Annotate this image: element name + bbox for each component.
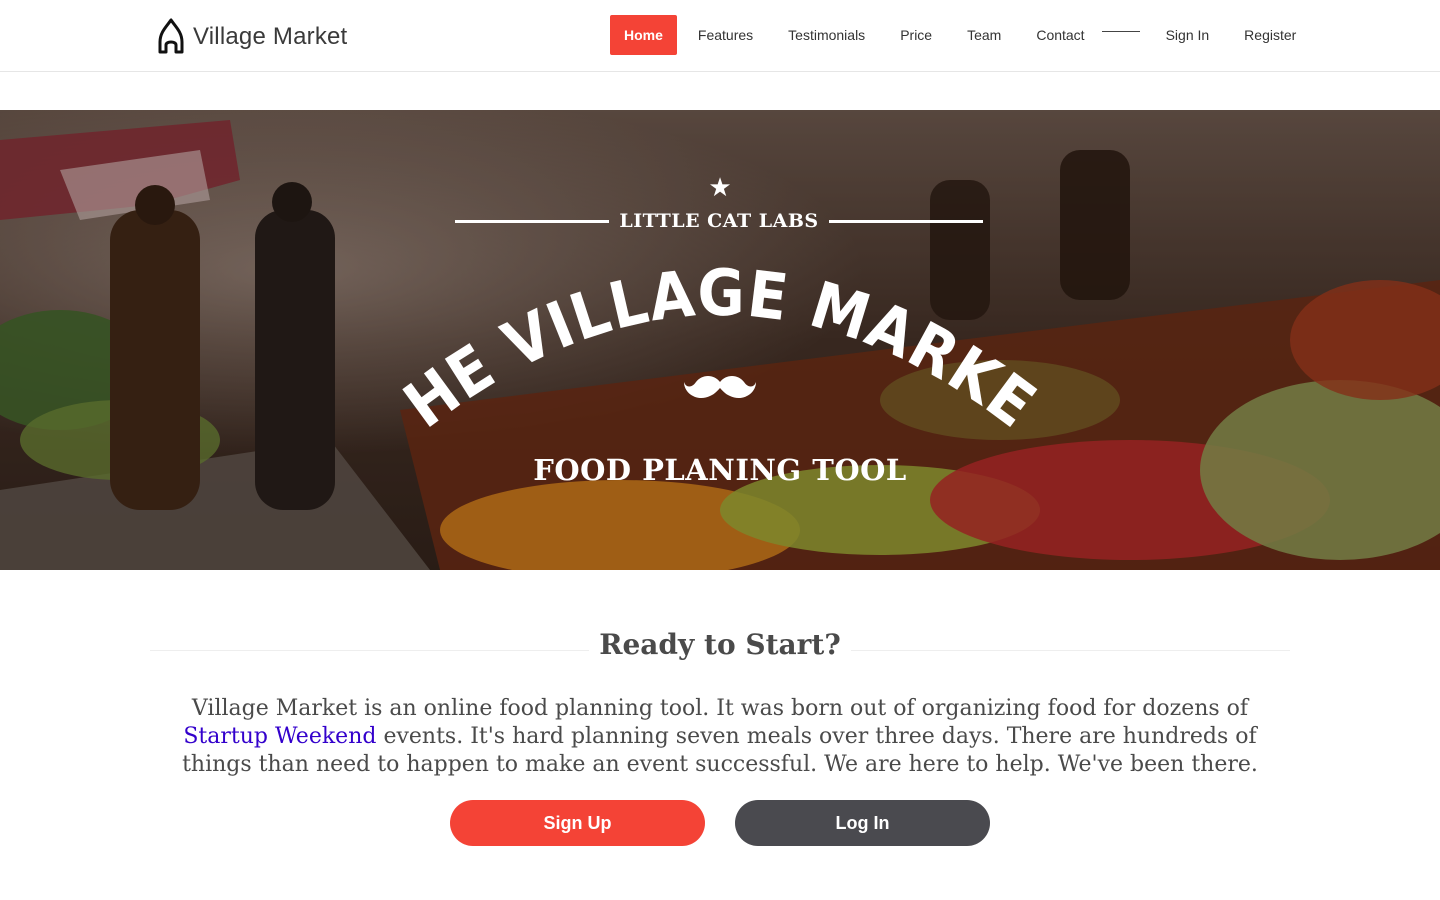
star-icon: ★ [708, 172, 732, 202]
hero-kicker: LITTLE CAT LABS [619, 210, 819, 232]
nav-item-team[interactable]: Team [953, 15, 1015, 55]
hero-title: THE VILLAGE MARKET [380, 250, 1049, 443]
sign-up-button[interactable]: Sign Up [450, 800, 705, 846]
kicker-left-rule [455, 219, 610, 223]
nav-item-sign-in[interactable]: Sign In [1152, 15, 1224, 55]
hero-content: ★ LITTLE CAT LABS THE VILLAGE MARKET FOO… [0, 110, 1440, 570]
nav-item-price[interactable]: Price [886, 15, 946, 55]
intro-paragraph: Village Market is an online food plannin… [170, 695, 1270, 779]
mustache-icon [684, 376, 756, 399]
nav-divider [1101, 30, 1140, 32]
kicker-right-rule [828, 219, 984, 223]
brand-link[interactable]: Village Market [155, 18, 347, 56]
top-navbar: Village Market Home Features Testimonial… [0, 0, 1440, 72]
hero-banner: ★ LITTLE CAT LABS THE VILLAGE MARKET FOO… [0, 110, 1440, 570]
hero-title-arc: THE VILLAGE MARKET [380, 250, 1049, 443]
startup-weekend-link[interactable]: Startup Weekend [183, 724, 376, 749]
ready-title-wrap: Ready to Start? [150, 628, 1290, 661]
nav-item-home[interactable]: Home [610, 15, 677, 55]
brand-name: Village Market [193, 23, 348, 50]
log-in-button[interactable]: Log In [735, 800, 990, 846]
nav-item-testimonials[interactable]: Testimonials [774, 15, 879, 55]
main-nav: Home Features Testimonials Price Team Co… [610, 15, 1317, 55]
nav-item-register[interactable]: Register [1230, 15, 1310, 55]
village-logo-icon [158, 18, 184, 54]
ready-title: Ready to Start? [589, 628, 851, 661]
nav-item-features[interactable]: Features [684, 15, 767, 55]
hero-kicker-row: LITTLE CAT LABS [455, 207, 984, 235]
ready-section-header: Ready to Start? [150, 628, 1290, 668]
intro-text-before: Village Market is an online food plannin… [191, 696, 1249, 721]
nav-item-contact[interactable]: Contact [1022, 15, 1098, 55]
hero-tagline: FOOD PLANING TOOL [533, 453, 907, 487]
